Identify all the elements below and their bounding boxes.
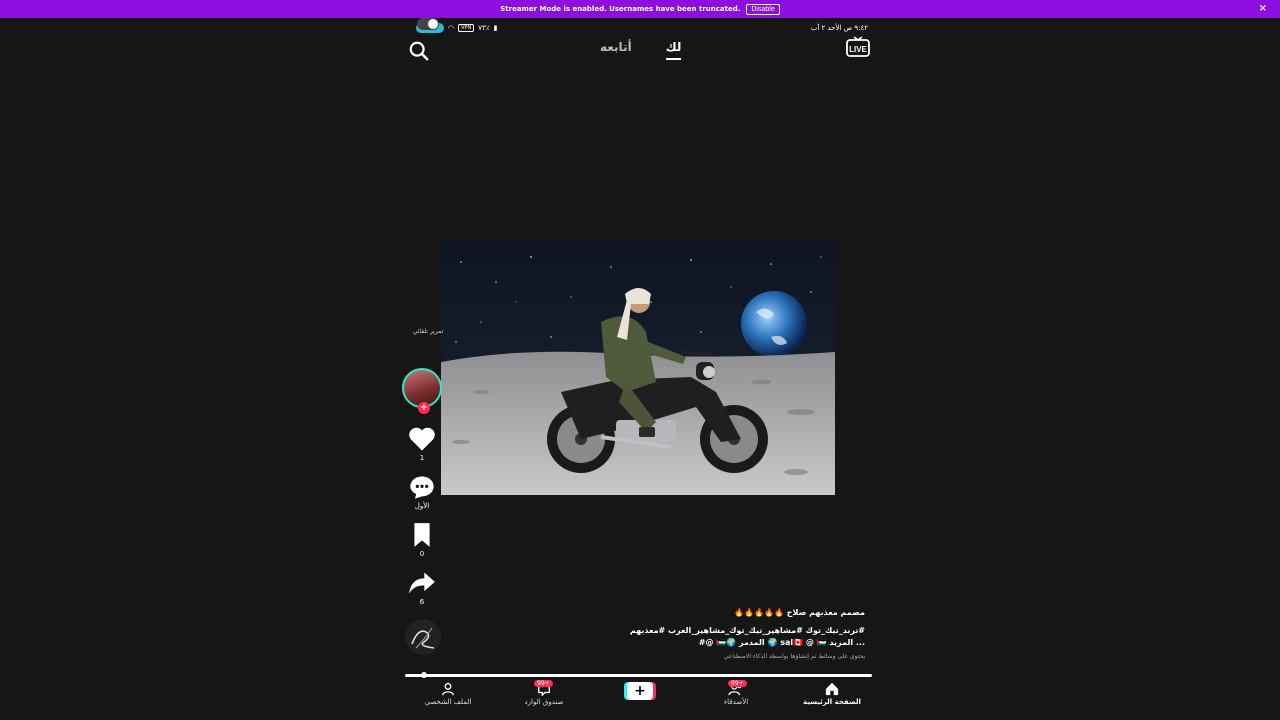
video-player[interactable]: [441, 242, 835, 495]
tab-following[interactable]: أتابعه: [600, 40, 632, 60]
comment-button[interactable]: الأول: [405, 474, 439, 510]
vpn-badge: VPN: [458, 24, 475, 32]
nav-profile[interactable]: الملف الشخصي: [408, 682, 488, 706]
bookmark-icon: [414, 523, 430, 547]
autoscroll-control[interactable]: [408, 18, 448, 34]
time-date: ٩:٤٢ ص الأحد ٢ آب: [810, 24, 868, 32]
friends-badge: 99+: [728, 680, 747, 687]
autoscroll-label: تمرير تلقائي: [412, 328, 444, 335]
streamer-mode-banner: Streamer Mode is enabled. Usernames have…: [0, 0, 1280, 18]
live-label: LIVE: [849, 45, 867, 54]
feed-tabs: أتابعه لك: [600, 40, 682, 60]
caption-hashtags[interactable]: #ترند_تيك_توك #مشاهير_تيك_توك_مشاهير_الع…: [565, 625, 865, 637]
profile-icon: [442, 682, 454, 696]
nav-profile-label: الملف الشخصي: [424, 698, 472, 706]
disable-streamer-mode-button[interactable]: Disable: [746, 3, 780, 15]
share-icon: [409, 572, 435, 594]
nav-inbox[interactable]: 99+ صندوق الوارد: [504, 680, 584, 706]
battery-icon: ▮: [493, 24, 498, 32]
nav-friends[interactable]: 99+ الأصدقاء: [696, 680, 776, 706]
wifi-icon: ◠: [448, 24, 455, 32]
music-disc-icon[interactable]: [404, 618, 442, 656]
live-icon[interactable]: LIVE: [846, 36, 870, 58]
video-progress-bar[interactable]: [405, 672, 872, 678]
nav-home[interactable]: الصفحة الرئيسية: [792, 682, 872, 706]
comment-count: الأول: [414, 502, 430, 510]
autoscroll-label-wrap: تمرير تلقائي: [408, 328, 448, 335]
status-bar: ▭ ◠ VPN ٧٣٪ ▮ ٩:٤٢ ص الأحد ٢ آب: [416, 21, 868, 35]
top-nav: أتابعه لك LIVE: [400, 36, 880, 72]
nav-home-label: الصفحة الرئيسية: [803, 698, 861, 706]
caption-mentions-more[interactable]: ... المزيد sal🇨🇦 @ 🇵🇸 🌍 المدمر 🌍🇵🇸 @#: [565, 637, 865, 649]
search-icon[interactable]: [408, 40, 430, 62]
autoscroll-toggle[interactable]: [417, 18, 439, 30]
video-caption: مصمم معذبهم صلاح 🔥🔥🔥🔥🔥 #ترند_تيك_توك #مش…: [565, 608, 865, 660]
ai-content-notice: يحتوي على وسائط تم إنشاؤها بواسطة الذكاء…: [723, 653, 865, 660]
heart-icon: [409, 427, 435, 451]
bookmark-button[interactable]: 0: [405, 522, 439, 558]
nav-friends-label: الأصدقاء: [723, 698, 749, 706]
follow-plus-icon[interactable]: +: [418, 402, 430, 414]
share-count: 6: [419, 598, 425, 606]
bookmark-count: 0: [419, 550, 425, 558]
tiktok-phone-screen: ▭ ◠ VPN ٧٣٪ ▮ ٩:٤٢ ص الأحد ٢ آب أتابعه ل…: [400, 18, 880, 720]
create-plus-icon[interactable]: +: [627, 682, 653, 700]
home-icon: [825, 682, 839, 696]
like-button[interactable]: 1: [405, 424, 439, 462]
nav-create[interactable]: +: [600, 682, 680, 700]
bottom-nav: الملف الشخصي 99+ صندوق الوارد + 99+ الأص…: [400, 678, 880, 718]
close-icon[interactable]: ×: [1259, 3, 1267, 14]
like-count: 1: [419, 454, 425, 462]
banner-text: Streamer Mode is enabled. Usernames have…: [500, 5, 741, 13]
video-frame-image: [441, 242, 835, 495]
battery-label: ٧٣٪: [478, 24, 490, 32]
inbox-badge: 99+: [534, 680, 553, 687]
share-button[interactable]: 6: [405, 570, 439, 606]
nav-inbox-label: صندوق الوارد: [524, 698, 564, 706]
comment-icon: [410, 476, 434, 499]
tab-for-you[interactable]: لك: [665, 40, 682, 60]
caption-title: مصمم معذبهم صلاح 🔥🔥🔥🔥🔥: [734, 608, 865, 617]
